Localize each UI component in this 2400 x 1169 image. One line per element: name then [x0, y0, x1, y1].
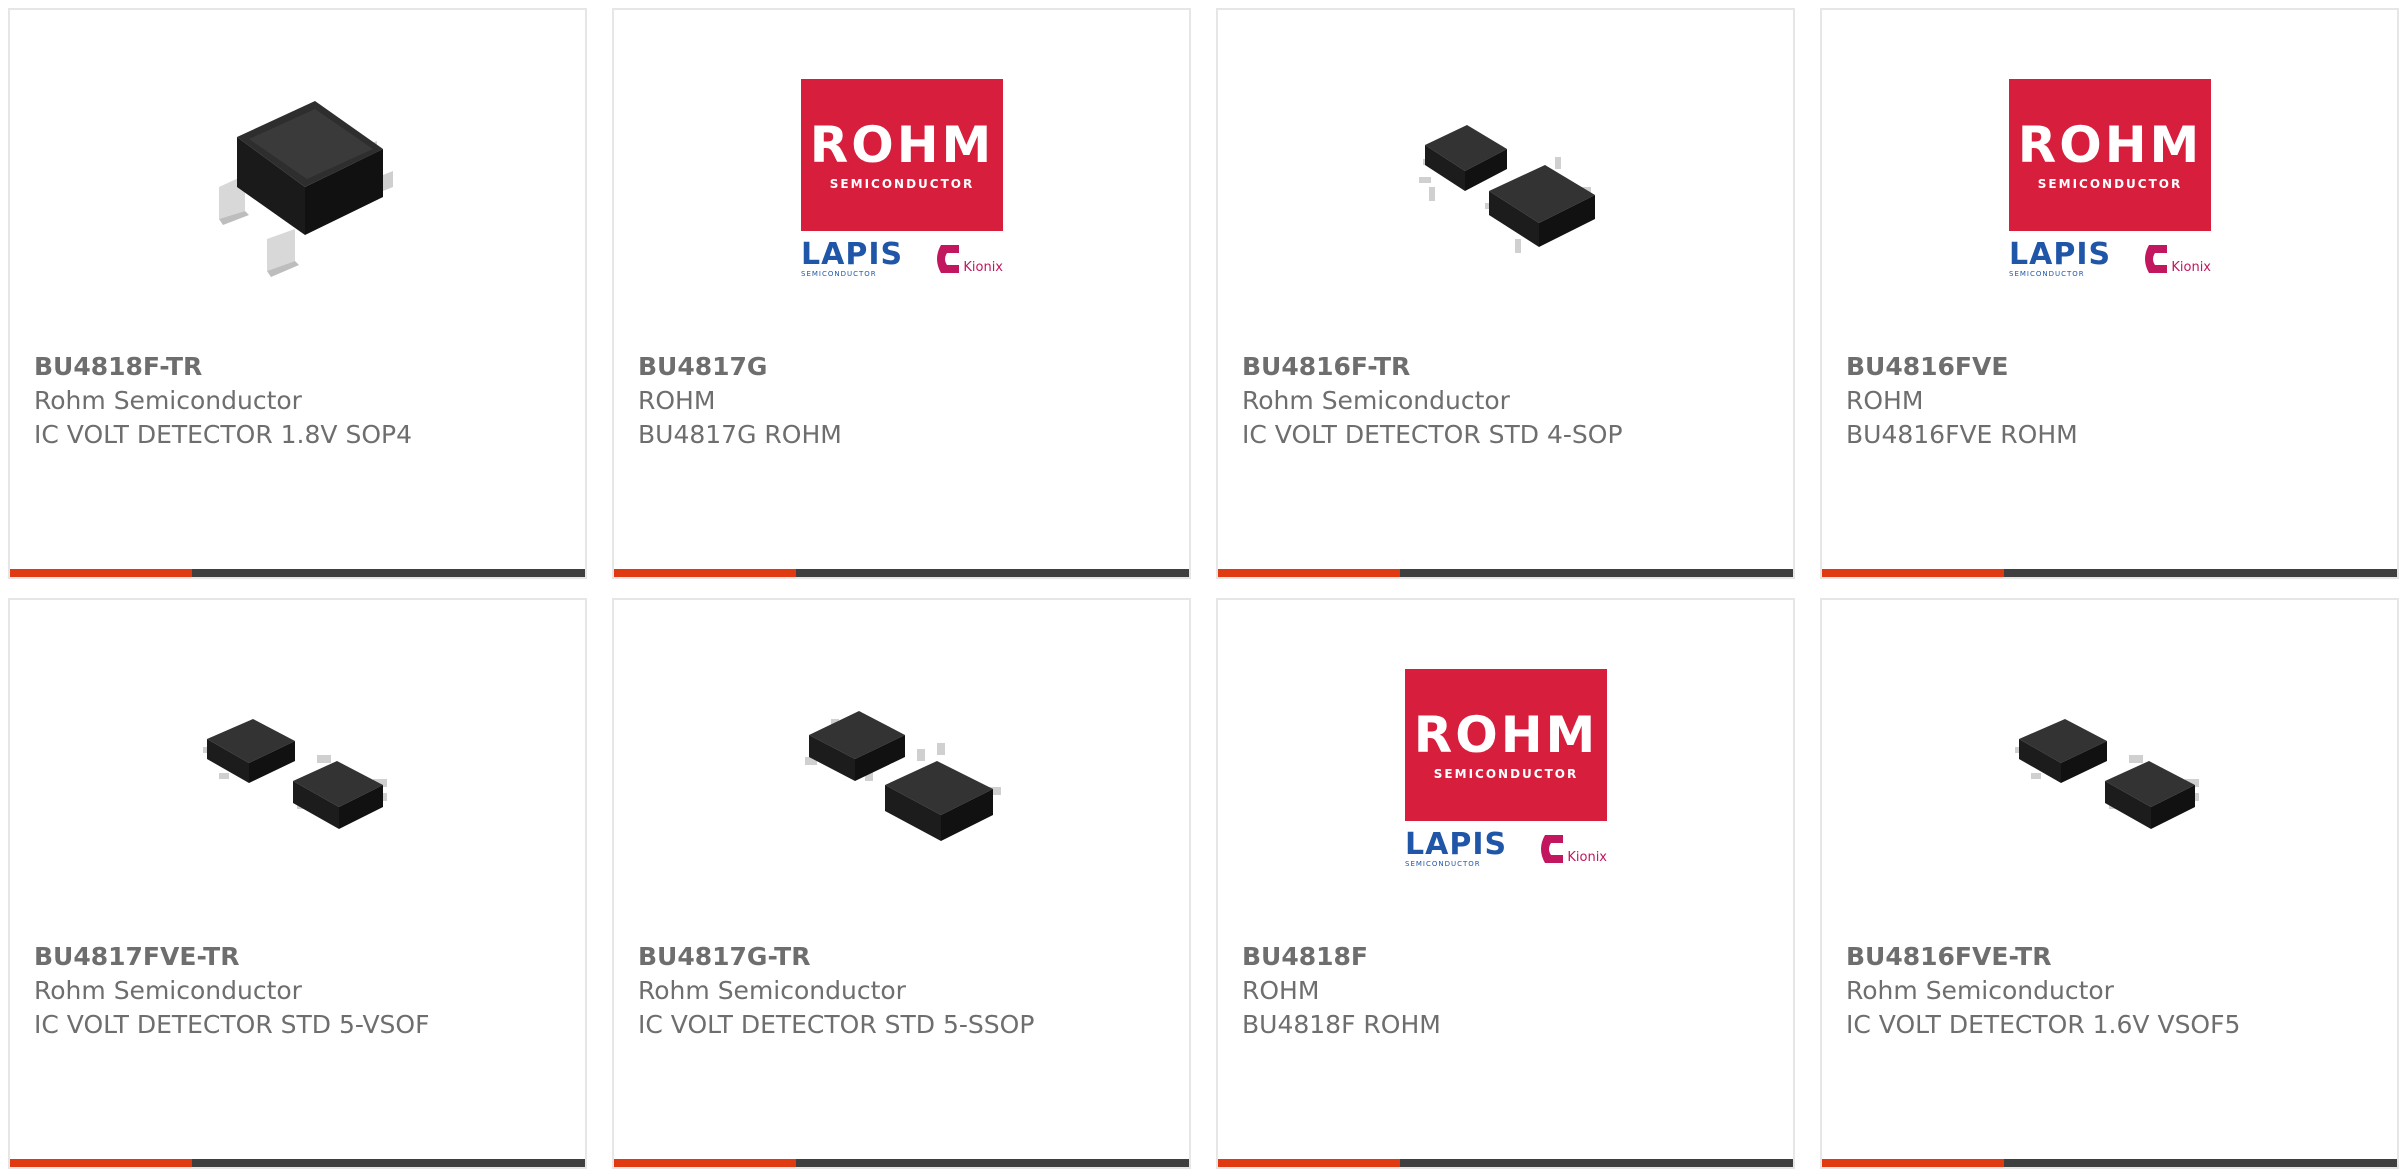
card-bottom-bar	[1218, 569, 1793, 577]
lapis-logo-subtext: SEMICONDUCTOR	[801, 270, 877, 278]
product-card[interactable]: BU4817G-TR Rohm Semiconductor IC VOLT DE…	[612, 598, 1191, 1169]
card-bottom-bar	[614, 569, 1189, 577]
rohm-logo-subtext: SEMICONDUCTOR	[1433, 767, 1579, 781]
card-accent	[614, 569, 796, 577]
kionix-icon	[2145, 245, 2168, 273]
rohm-logo[interactable]: ROHM SEMICONDUCTOR LAPIS SEMICONDUCTOR K…	[801, 79, 1003, 281]
product-info: BU4816FVE ROHM BU4816FVE ROHM	[1846, 350, 2385, 452]
product-info: BU4817G ROHM BU4817G ROHM	[638, 350, 1177, 452]
card-accent	[10, 1159, 192, 1167]
vsof-pair-icon[interactable]	[2009, 669, 2211, 871]
kionix-icon	[937, 245, 960, 273]
vsof-pair-icon[interactable]	[197, 669, 399, 871]
manufacturer: Rohm Semiconductor	[1242, 386, 1510, 415]
kionix-logo-text: Kionix	[2171, 260, 2211, 275]
manufacturer: ROHM	[638, 386, 716, 415]
card-bottom-bar	[10, 569, 585, 577]
rohm-logo[interactable]: ROHM SEMICONDUCTOR LAPIS SEMICONDUCTOR K…	[1405, 669, 1607, 871]
product-info: BU4817G-TR Rohm Semiconductor IC VOLT DE…	[638, 940, 1177, 1042]
description: IC VOLT DETECTOR 1.8V SOP4	[34, 420, 412, 449]
manufacturer: Rohm Semiconductor	[1846, 976, 2114, 1005]
card-accent	[1218, 569, 1400, 577]
product-card[interactable]: ROHM SEMICONDUCTOR LAPIS SEMICONDUCTOR K…	[612, 8, 1191, 579]
card-accent	[1218, 1159, 1400, 1167]
kionix-icon	[1541, 835, 1564, 863]
product-card[interactable]: ROHM SEMICONDUCTOR LAPIS SEMICONDUCTOR K…	[1216, 598, 1795, 1169]
part-number[interactable]: BU4818F-TR	[34, 350, 573, 384]
description: IC VOLT DETECTOR STD 5-VSOF	[34, 1010, 430, 1039]
description: IC VOLT DETECTOR STD 4-SOP	[1242, 420, 1623, 449]
product-card[interactable]: BU4816F-TR Rohm Semiconductor IC VOLT DE…	[1216, 8, 1795, 579]
card-bottom-bar	[10, 1159, 585, 1167]
card-accent	[1822, 569, 2004, 577]
sop4-package-icon[interactable]	[197, 79, 399, 281]
manufacturer: Rohm Semiconductor	[34, 976, 302, 1005]
manufacturer: Rohm Semiconductor	[34, 386, 302, 415]
lapis-logo-text: LAPIS	[801, 237, 904, 272]
rohm-logo-subtext: SEMICONDUCTOR	[2037, 177, 2183, 191]
manufacturer: ROHM	[1242, 976, 1320, 1005]
product-card[interactable]: BU4816FVE-TR Rohm Semiconductor IC VOLT …	[1820, 598, 2399, 1169]
description: IC VOLT DETECTOR 1.6V VSOF5	[1846, 1010, 2241, 1039]
card-accent	[10, 569, 192, 577]
product-info: BU4816F-TR Rohm Semiconductor IC VOLT DE…	[1242, 350, 1781, 452]
product-info: BU4818F-TR Rohm Semiconductor IC VOLT DE…	[34, 350, 573, 452]
card-bottom-bar	[1822, 1159, 2397, 1167]
product-card[interactable]: ROHM SEMICONDUCTOR LAPIS SEMICONDUCTOR K…	[1820, 8, 2399, 579]
part-number[interactable]: BU4817G	[638, 350, 1177, 384]
rohm-logo-subtext: SEMICONDUCTOR	[829, 177, 975, 191]
ssop-pair-icon[interactable]	[801, 669, 1003, 871]
part-number[interactable]: BU4816FVE-TR	[1846, 940, 2385, 974]
card-bottom-bar	[614, 1159, 1189, 1167]
rohm-logo-text: ROHM	[1413, 706, 1599, 764]
card-accent	[1822, 1159, 2004, 1167]
product-card[interactable]: BU4817FVE-TR Rohm Semiconductor IC VOLT …	[8, 598, 587, 1169]
description: BU4816FVE ROHM	[1846, 420, 2078, 449]
rohm-logo-text: ROHM	[2017, 116, 2203, 174]
part-number[interactable]: BU4817G-TR	[638, 940, 1177, 974]
lapis-logo-text: LAPIS	[1405, 827, 1508, 862]
manufacturer: Rohm Semiconductor	[638, 976, 906, 1005]
lapis-logo-subtext: SEMICONDUCTOR	[1405, 860, 1481, 868]
product-info: BU4818F ROHM BU4818F ROHM	[1242, 940, 1781, 1042]
manufacturer: ROHM	[1846, 386, 1924, 415]
product-info: BU4816FVE-TR Rohm Semiconductor IC VOLT …	[1846, 940, 2385, 1042]
card-accent	[614, 1159, 796, 1167]
card-bottom-bar	[1218, 1159, 1793, 1167]
product-card[interactable]: BU4818F-TR Rohm Semiconductor IC VOLT DE…	[8, 8, 587, 579]
lapis-logo-text: LAPIS	[2009, 237, 2112, 272]
sop-pair-icon[interactable]	[1405, 79, 1607, 281]
part-number[interactable]: BU4816FVE	[1846, 350, 2385, 384]
card-bottom-bar	[1822, 569, 2397, 577]
lapis-logo-subtext: SEMICONDUCTOR	[2009, 270, 2085, 278]
description: BU4818F ROHM	[1242, 1010, 1441, 1039]
product-grid: BU4818F-TR Rohm Semiconductor IC VOLT DE…	[8, 8, 2400, 1169]
part-number[interactable]: BU4818F	[1242, 940, 1781, 974]
description: BU4817G ROHM	[638, 420, 842, 449]
kionix-logo-text: Kionix	[1567, 850, 1607, 865]
part-number[interactable]: BU4816F-TR	[1242, 350, 1781, 384]
rohm-logo[interactable]: ROHM SEMICONDUCTOR LAPIS SEMICONDUCTOR K…	[2009, 79, 2211, 281]
part-number[interactable]: BU4817FVE-TR	[34, 940, 573, 974]
rohm-logo-text: ROHM	[809, 116, 995, 174]
kionix-logo-text: Kionix	[963, 260, 1003, 275]
description: IC VOLT DETECTOR STD 5-SSOP	[638, 1010, 1035, 1039]
product-info: BU4817FVE-TR Rohm Semiconductor IC VOLT …	[34, 940, 573, 1042]
